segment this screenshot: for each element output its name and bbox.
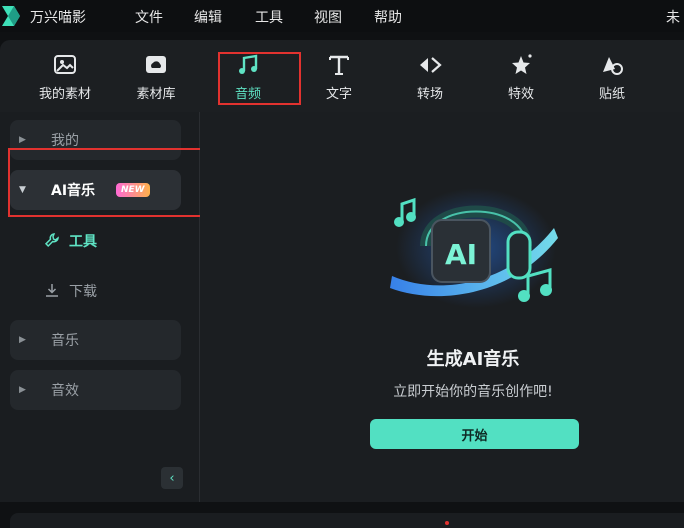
- start-button[interactable]: 开始: [370, 419, 579, 449]
- text-t-icon: [329, 55, 349, 75]
- tab-label: 我的素材: [38, 87, 91, 102]
- hero-ai-text: AI: [445, 238, 477, 271]
- playhead-marker[interactable]: [445, 521, 449, 525]
- tab-label: 特效: [507, 87, 534, 102]
- sticker-icon: [603, 57, 623, 75]
- sidebar-item-music[interactable]: [10, 320, 181, 360]
- transition-icon: [420, 57, 442, 73]
- sidebar-item-sfx[interactable]: [10, 370, 181, 410]
- collapse-sidebar-button[interactable]: ‹: [161, 467, 183, 489]
- tab-transitions[interactable]: 转场: [390, 48, 470, 106]
- caret-right-icon: ▶: [19, 385, 26, 395]
- sidebar-label-sfx: 音效: [51, 383, 79, 399]
- menu-edit[interactable]: 编辑: [194, 7, 222, 27]
- tab-my-media[interactable]: 我的素材: [25, 48, 105, 106]
- sidebar-sub-download[interactable]: 下载: [69, 281, 97, 301]
- chevron-left-icon: ‹: [169, 470, 175, 486]
- tab-label: 转场: [416, 87, 443, 102]
- sidebar-label-my: 我的: [51, 133, 79, 149]
- sidebar-sub-tools[interactable]: 工具: [69, 231, 97, 251]
- main-subtitle: 立即开始你的音乐创作吧!: [393, 384, 553, 400]
- image-folder-icon: [54, 55, 76, 74]
- tab-label: 贴纸: [598, 87, 625, 102]
- media-toolbar: 我的素材 素材库 音频 文字 转场 特效 贴纸: [0, 40, 684, 112]
- menu-help[interactable]: 帮助: [374, 7, 402, 27]
- menu-file[interactable]: 文件: [135, 7, 163, 27]
- menu-bar: 万兴喵影 文件 编辑 工具 视图 帮助 未: [0, 0, 684, 32]
- tab-label: 文字: [325, 87, 352, 102]
- caret-right-icon: ▶: [19, 135, 26, 145]
- menu-view[interactable]: 视图: [314, 7, 342, 27]
- menu-tools[interactable]: 工具: [255, 7, 283, 27]
- download-icon: [46, 284, 58, 297]
- tab-label: 素材库: [136, 87, 176, 102]
- caret-right-icon: ▶: [19, 335, 26, 345]
- tab-text[interactable]: 文字: [299, 48, 379, 106]
- ai-headphones-illustration: AI: [390, 188, 558, 308]
- tab-effects[interactable]: 特效: [481, 48, 561, 106]
- menu-right-truncated[interactable]: 未: [666, 7, 680, 27]
- app-title: 万兴喵影: [30, 10, 86, 26]
- sidebar-label-music: 音乐: [51, 333, 79, 349]
- app-logo-icon: [2, 6, 20, 26]
- audio-tab-highlight: [218, 52, 301, 105]
- ai-music-highlight: [8, 148, 209, 217]
- cloud-folder-icon: [146, 56, 166, 73]
- wrench-icon: [44, 233, 59, 248]
- tab-stickers[interactable]: 贴纸: [572, 48, 652, 106]
- main-title: 生成AI音乐: [426, 349, 520, 370]
- effects-star-icon: [512, 54, 532, 74]
- tab-stock-library[interactable]: 素材库: [116, 48, 196, 106]
- timeline-strip: [10, 513, 684, 528]
